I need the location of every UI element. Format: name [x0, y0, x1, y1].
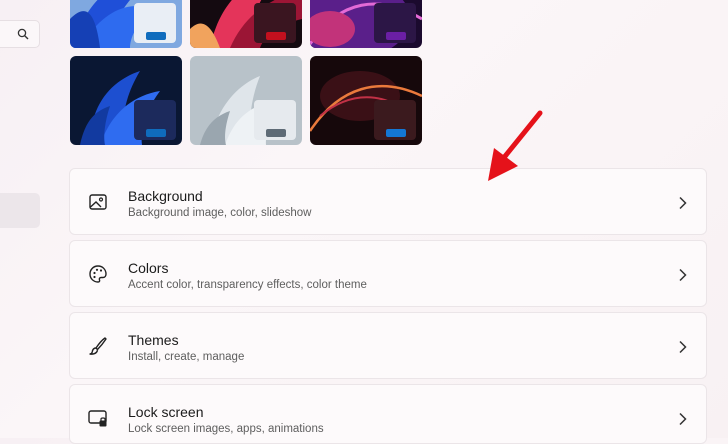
card-title: Lock screen	[128, 404, 204, 420]
chevron-right-icon	[679, 340, 687, 354]
search-box[interactable]	[0, 20, 40, 48]
theme-accent-swatch	[266, 32, 286, 40]
card-subtitle: Lock screen images, apps, animations	[128, 423, 324, 435]
theme-tile-sunrise-purple[interactable]	[310, 0, 422, 48]
theme-tile-glow-red[interactable]	[190, 0, 302, 48]
palette-icon	[89, 265, 107, 283]
lock-screen-setting-card[interactable]: Lock screen Lock screen images, apps, an…	[69, 384, 707, 444]
chevron-right-icon	[679, 196, 687, 210]
background-setting-card[interactable]: Background Background image, color, slid…	[69, 168, 707, 235]
theme-tile-bloom-blue-dark[interactable]	[70, 56, 182, 145]
card-title: Background	[128, 188, 203, 204]
annotation-arrow-icon	[488, 110, 543, 181]
theme-accent-swatch	[146, 129, 166, 137]
sidebar-item-personalization[interactable]	[0, 193, 40, 228]
brush-icon	[89, 337, 107, 355]
theme-tile-captured-motion[interactable]	[310, 56, 422, 145]
card-subtitle: Background image, color, slideshow	[128, 207, 312, 219]
theme-tile-bloom-blue-light[interactable]	[70, 0, 182, 48]
chevron-right-icon	[679, 268, 687, 282]
sidebar	[0, 0, 58, 438]
card-subtitle: Install, create, manage	[128, 351, 245, 363]
card-title: Colors	[128, 260, 169, 276]
card-title: Themes	[128, 332, 179, 348]
card-subtitle: Accent color, transparency effects, colo…	[128, 279, 367, 291]
search-icon[interactable]	[17, 28, 29, 40]
lock-screen-icon	[88, 410, 107, 427]
theme-accent-swatch	[386, 32, 406, 40]
themes-setting-card[interactable]: Themes Install, create, manage	[69, 312, 707, 379]
theme-accent-swatch	[386, 129, 406, 137]
colors-setting-card[interactable]: Colors Accent color, transparency effect…	[69, 240, 707, 307]
theme-accent-swatch	[146, 32, 166, 40]
theme-tile-flow-gray[interactable]	[190, 56, 302, 145]
theme-accent-swatch	[266, 129, 286, 137]
chevron-right-icon	[679, 412, 687, 426]
picture-icon	[89, 194, 107, 210]
